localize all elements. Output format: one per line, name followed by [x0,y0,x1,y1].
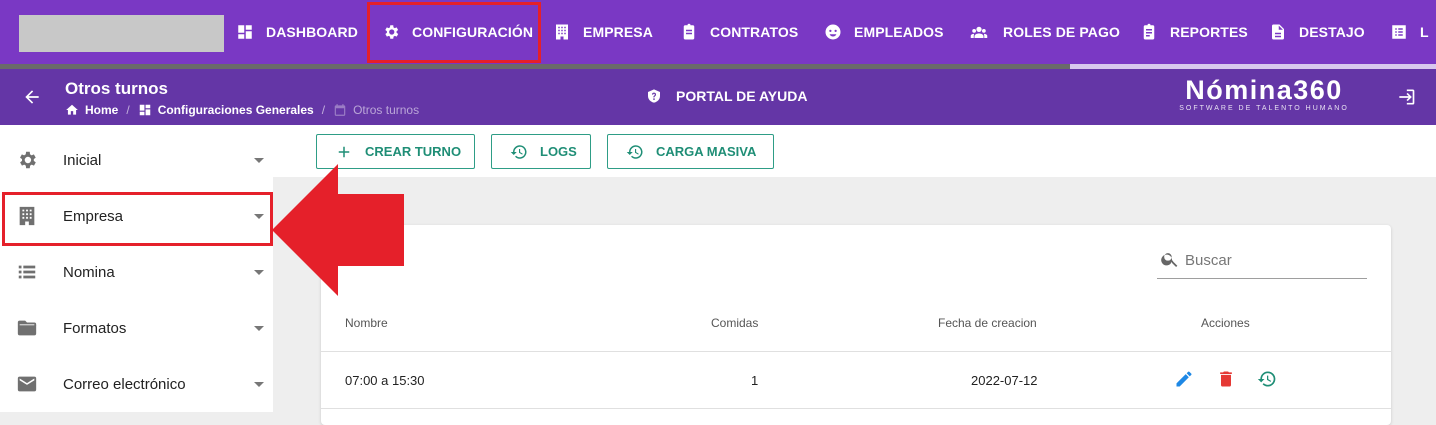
breadcrumb-configuraciones-label: Configuraciones Generales [157,103,314,117]
document-icon [1272,24,1284,40]
brand-tagline: SOFTWARE DE TALENTO HUMANO [1179,105,1349,112]
back-arrow-icon[interactable] [22,87,42,107]
annotation-highlight-empresa [2,192,273,246]
calendar-icon [334,104,346,116]
nav-contratos-label: CONTRATOS [710,24,799,40]
shifts-table-card: Nombre Comidas Fecha de creacion Accione… [321,225,1391,425]
column-header-fecha[interactable]: Fecha de creacion [938,316,1037,330]
cell-fecha: 2022-07-12 [971,373,1038,388]
help-icon [648,89,660,103]
nav-reportes-label: REPORTES [1170,24,1248,40]
page-header: Otros turnos Home / Configuraciones Gene… [0,69,1436,125]
breadcrumb: Home / Configuraciones Generales / Otros… [65,103,419,117]
sidebar-item-label: Formatos [63,319,127,337]
sidebar-item-inicial[interactable]: Inicial [0,132,273,188]
breadcrumb-current-label: Otros turnos [353,103,420,117]
top-navbar: DASHBOARD CONFIGURACIÓN EMPRESA CONTRATO… [0,0,1436,64]
building-icon [556,24,568,40]
search-input[interactable] [1185,249,1365,271]
list-icon [1392,25,1406,39]
create-shift-label: CREAR TURNO [365,144,462,159]
nav-overflow-label: L [1420,24,1429,40]
nav-dashboard[interactable]: DASHBOARD [236,0,358,64]
dashboard-icon [139,104,150,116]
cell-comidas: 1 [751,373,759,388]
logout-icon[interactable] [1396,87,1416,107]
bulk-upload-button[interactable]: CARGA MASIVA [607,134,774,169]
breadcrumb-configuraciones[interactable]: Configuraciones Generales [138,103,314,117]
sidebar-item-label: Inicial [63,151,102,169]
page-title: Otros turnos [65,79,168,98]
table-divider [321,408,1391,409]
clipboard-icon [683,23,695,40]
sidebar-item-label: Nomina [63,263,115,281]
home-icon [66,104,78,115]
dashboard-icon [238,25,252,39]
nav-contratos[interactable]: CONTRATOS [680,0,798,64]
brand-logo: Nómina360 SOFTWARE DE TALENTO HUMANO [1172,75,1356,112]
nav-empleados-label: EMPLEADOS [854,24,944,40]
breadcrumb-home-label: Home [85,103,119,117]
breadcrumb-separator: / [126,103,130,117]
clipboard-list-icon [1143,23,1155,40]
face-icon [825,24,841,40]
company-logo-placeholder[interactable] [19,15,224,52]
folder-icon [16,317,38,339]
nav-empresa[interactable]: EMPRESA [553,0,653,64]
nav-destajo-label: DESTAJO [1299,24,1365,40]
nav-roles-de-pago[interactable]: ROLES DE PAGO [967,0,1120,64]
history-icon [510,145,527,159]
search-field[interactable] [1157,245,1367,279]
help-portal-link[interactable]: PORTAL DE AYUDA [646,88,807,104]
chevron-down-icon [254,381,264,387]
cell-nombre: 07:00 a 15:30 [345,373,425,388]
annotation-highlight-configuracion [367,2,541,63]
column-header-acciones: Acciones [1201,316,1250,330]
sidebar-item-correo[interactable]: Correo electrónico [0,356,273,412]
mail-icon [16,373,38,395]
plus-icon [338,146,350,158]
logs-button[interactable]: LOGS [491,134,591,169]
brand-name: Nómina360 [1185,75,1343,105]
edit-icon[interactable] [1174,369,1194,389]
nav-empleados[interactable]: EMPLEADOS [824,0,944,64]
gear-icon [16,149,38,171]
column-header-comidas[interactable]: Comidas [711,316,758,330]
history-icon[interactable] [1257,369,1277,389]
logs-label: LOGS [540,144,577,159]
nav-reportes[interactable]: REPORTES [1140,0,1248,64]
breadcrumb-home[interactable]: Home [65,103,118,117]
people-icon [970,26,988,38]
history-icon [626,145,643,159]
sidebar: Inicial Empresa Nomina Formatos Correo e… [0,125,273,412]
bulk-upload-label: CARGA MASIVA [656,144,757,159]
nav-dashboard-label: DASHBOARD [266,24,358,40]
help-portal-label: PORTAL DE AYUDA [676,88,808,104]
breadcrumb-separator: / [321,103,326,117]
nav-empresa-label: EMPRESA [583,24,653,40]
breadcrumb-current: Otros turnos [333,103,419,117]
table-divider [321,351,1391,352]
search-icon [1161,253,1178,267]
column-header-nombre[interactable]: Nombre [345,316,388,330]
list-icon [16,261,38,283]
annotation-arrow-icon [272,164,404,296]
delete-icon[interactable] [1216,369,1236,389]
nav-roles-de-pago-label: ROLES DE PAGO [1003,24,1120,40]
sidebar-item-nomina[interactable]: Nomina [0,244,273,300]
sidebar-item-formatos[interactable]: Formatos [0,300,273,356]
nav-destajo[interactable]: DESTAJO [1269,0,1365,64]
action-bar: CREAR TURNO LOGS CARGA MASIVA [273,125,1436,177]
sidebar-item-label: Correo electrónico [63,375,186,393]
chevron-down-icon [254,325,264,331]
nav-overflow-item[interactable]: L [1390,0,1429,64]
